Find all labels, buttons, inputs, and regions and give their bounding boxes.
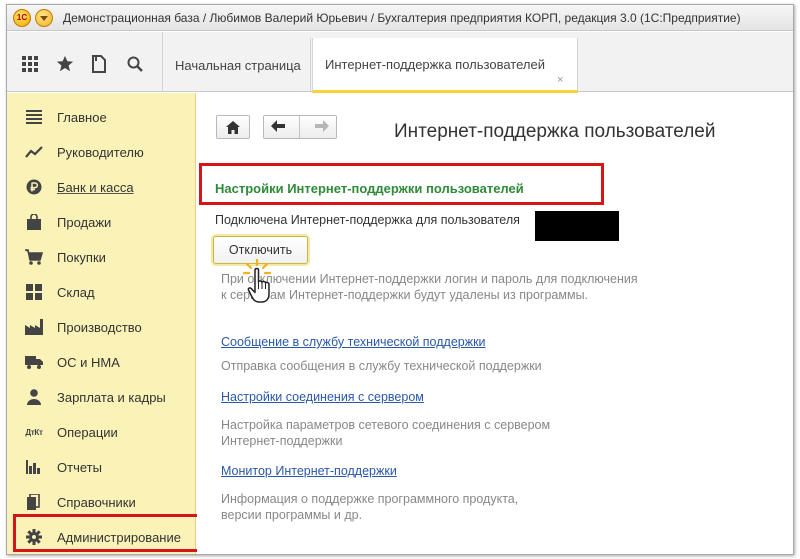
truck-icon	[25, 353, 43, 371]
sidebar-item-label: ОС и НМА	[57, 354, 120, 370]
factory-icon	[25, 318, 43, 336]
support-monitor-desc-line-2: версии программы и др.	[221, 508, 363, 522]
sidebar-item-label: Банк и касса	[57, 179, 134, 195]
1c-logo-icon[interactable]: 1С	[13, 9, 31, 27]
sidebar-item-label: Отчеты	[57, 459, 102, 475]
page-title: Интернет-поддержка пользователей	[394, 121, 716, 142]
window-title: Демонстрационная база / Любимов Валерий …	[63, 11, 741, 25]
administration-highlight-frame	[13, 514, 200, 552]
sidebar-item-bank[interactable]: Банк и касса	[7, 172, 196, 202]
sidebar-item-fixed-assets[interactable]: ОС и НМА	[7, 347, 196, 377]
sidebar-item-reports[interactable]: Отчеты	[7, 452, 196, 482]
title-bar: 1С Демонстрационная база / Любимов Валер…	[7, 5, 793, 31]
sidebar-item-label: Справочники	[57, 494, 136, 510]
nav-divider	[299, 116, 301, 138]
support-message-link[interactable]: Сообщение в службу технической поддержки	[221, 335, 486, 349]
home-button[interactable]	[216, 115, 250, 139]
tab-internet-support[interactable]: Интернет-поддержка пользователей	[312, 38, 578, 93]
forward-arrow-icon[interactable]	[314, 119, 329, 135]
main-content: Интернет-поддержка пользователей Настрой…	[197, 93, 793, 554]
sidebar-item-label: Руководителю	[57, 144, 144, 160]
section-title: Настройки Интернет-поддержки пользовател…	[215, 181, 524, 196]
hand-pointer-cursor-icon	[242, 258, 277, 306]
sidebar-item-purchases[interactable]: Покупки	[7, 242, 196, 272]
support-monitor-link[interactable]: Монитор Интернет-поддержки	[221, 464, 397, 478]
server-connection-desc-line-1: Настройка параметров сетевого соединения…	[221, 418, 551, 432]
sidebar-item-label: Операции	[57, 424, 118, 440]
back-arrow-icon[interactable]	[271, 119, 286, 135]
sidebar-item-label: Производство	[57, 319, 142, 335]
person-icon	[25, 388, 43, 406]
ruble-coin-icon	[25, 178, 43, 196]
books-icon	[25, 493, 43, 511]
history-nav-buttons	[263, 115, 337, 139]
connection-status-text: Подключена Интернет-поддержка для пользо…	[215, 213, 520, 227]
sidebar-item-label: Зарплата и кадры	[57, 389, 166, 405]
sidebar-item-production[interactable]: Производство	[7, 312, 196, 342]
sidebar-item-payroll[interactable]: Зарплата и кадры	[7, 382, 196, 412]
sidebar-item-sales[interactable]: Продажи	[7, 207, 196, 237]
menu-lines-icon	[25, 108, 43, 126]
server-connection-desc-line-2: Интернет-поддержки	[221, 434, 343, 448]
trend-chart-icon	[25, 143, 43, 161]
server-connection-settings-link[interactable]: Настройки соединения с сервером	[221, 390, 424, 404]
history-icon[interactable]	[89, 54, 109, 74]
disconnect-note-line-1: При отключении Интернет-поддержки логин …	[221, 272, 638, 286]
apps-grid-icon[interactable]	[20, 54, 40, 74]
support-message-desc: Отправка сообщения в службу технической …	[221, 359, 542, 373]
sidebar-item-warehouse[interactable]: Склад	[7, 277, 196, 307]
sidebar-item-manager[interactable]: Руководителю	[7, 137, 196, 167]
sidebar-item-label: Покупки	[57, 249, 106, 265]
support-monitor-desc-line-1: Информация о поддержке программного прод…	[221, 492, 519, 506]
warehouse-icon	[25, 283, 43, 301]
tab-home-page[interactable]: Начальная страница	[163, 38, 311, 92]
sidebar-item-label: Продажи	[57, 214, 112, 230]
sidebar-item-operations[interactable]: ДтКт Операции	[7, 417, 196, 447]
sidebar-item-references[interactable]: Справочники	[7, 487, 196, 517]
sidebar-item-main[interactable]: Главное	[7, 102, 196, 132]
main-menu-icon[interactable]	[35, 9, 53, 27]
shopping-cart-icon	[25, 248, 43, 266]
sidebar-item-label: Склад	[57, 284, 95, 300]
app-window: 1С Демонстрационная база / Любимов Валер…	[6, 4, 794, 555]
redacted-username	[535, 211, 619, 241]
tab-close-icon[interactable]: ×	[557, 74, 563, 86]
home-icon	[226, 120, 240, 134]
favorites-star-icon[interactable]	[55, 54, 75, 74]
search-icon[interactable]	[125, 54, 145, 74]
sidebar: Главное Руководителю Банк и касса Продаж…	[7, 93, 196, 554]
toolbar: Начальная страница Интернет-поддержка по…	[7, 32, 793, 93]
bar-chart-icon	[25, 458, 43, 476]
sidebar-item-label: Главное	[57, 109, 107, 125]
debit-credit-icon: ДтКт	[25, 427, 43, 437]
shopping-bag-icon	[25, 213, 43, 231]
